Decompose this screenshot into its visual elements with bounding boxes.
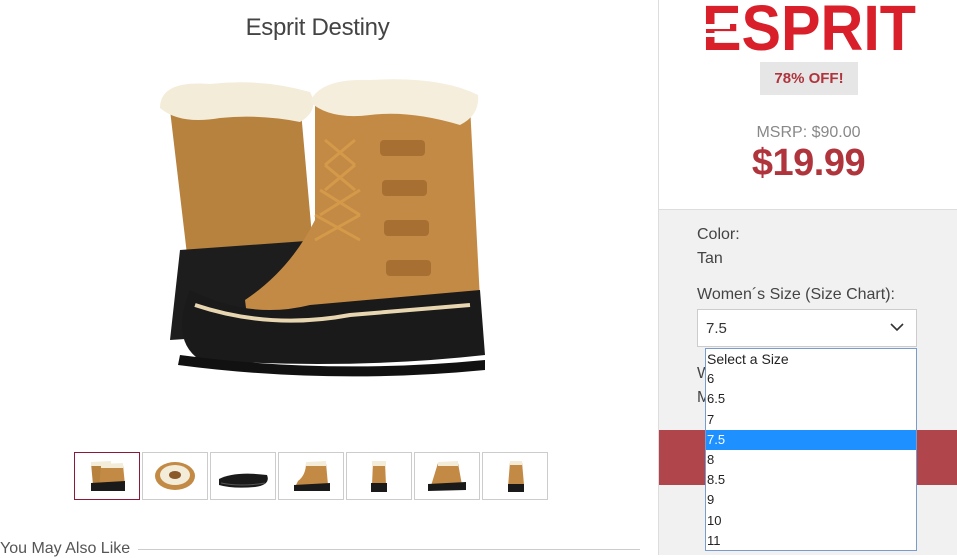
thumbnail-3[interactable]	[210, 452, 276, 500]
color-value: Tan	[697, 250, 723, 267]
thumbnail-5[interactable]	[346, 452, 412, 500]
discount-badge: 78% OFF!	[760, 62, 858, 95]
product-title: Esprit Destiny	[245, 14, 390, 41]
thumbnail-1[interactable]	[74, 452, 140, 500]
size-option[interactable]: 6.5	[706, 389, 916, 409]
color-label: Color:	[697, 226, 740, 243]
thumbnail-7[interactable]	[482, 452, 548, 500]
thumbnail-4[interactable]	[278, 452, 344, 500]
size-option[interactable]: 9	[706, 490, 916, 510]
esprit-logo[interactable]: ESPRIT	[659, 0, 957, 62]
msrp-price: MSRP: $90.00	[756, 124, 861, 141]
size-option-selected[interactable]: 7.5	[706, 429, 916, 450]
divider	[138, 548, 640, 550]
size-selected-value: 7.5	[706, 320, 727, 337]
thumbnail-2[interactable]	[142, 452, 208, 500]
size-option[interactable]: 7	[706, 410, 916, 430]
size-select[interactable]: 7.5	[697, 309, 917, 347]
size-option[interactable]: 8	[706, 450, 916, 470]
size-option[interactable]: 8.5	[706, 470, 916, 490]
price-box: 78% OFF! MSRP: $90.00 $19.99	[659, 62, 957, 210]
brand-logo-text: ESPRIT	[702, 0, 916, 62]
size-option[interactable]: 11	[706, 531, 916, 551]
product-gallery: Esprit Destiny You May Also Like	[0, 0, 658, 558]
product-image[interactable]	[150, 70, 490, 380]
size-option[interactable]: 10	[706, 511, 916, 531]
chevron-down-icon	[890, 323, 904, 332]
thumbnail-strip	[74, 452, 548, 500]
size-label[interactable]: Women´s Size (Size Chart):	[697, 286, 895, 304]
size-option[interactable]: 6	[706, 369, 916, 389]
brand-logo-box: ESPRIT	[659, 0, 957, 63]
logo-stripe	[700, 24, 730, 29]
thumbnail-6[interactable]	[414, 452, 480, 500]
related-heading-text: You May Also Like	[0, 540, 131, 557]
size-dropdown-list[interactable]: Select a Size 6 6.5 7 7.5 8 8.5 9 10 11	[705, 348, 917, 551]
size-option[interactable]: Select a Size	[706, 349, 916, 369]
sale-price: $19.99	[751, 142, 866, 184]
logo-stripe	[700, 33, 730, 37]
related-products-heading: You May Also Like	[0, 540, 640, 558]
